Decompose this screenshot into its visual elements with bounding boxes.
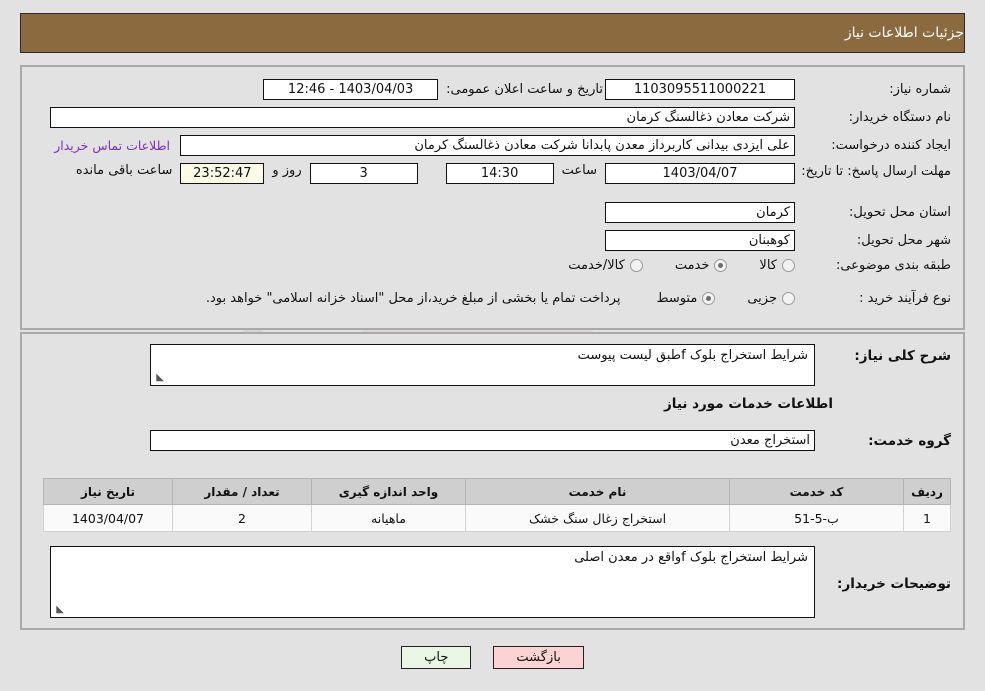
radio-jozii-icon[interactable] xyxy=(782,292,795,305)
th-date: تاریخ نیاز xyxy=(43,478,173,505)
city-row: شهر محل تحویل: کوهبنان xyxy=(605,230,951,251)
category-option-kala-label: کالا xyxy=(759,258,777,273)
countdown-field: 23:52:47 xyxy=(180,163,265,184)
description-row: شرح کلی نیاز: شرایط استخراج بلوک fطبق لی… xyxy=(150,344,951,386)
process-option-motevaset[interactable]: متوسط xyxy=(656,291,716,306)
service-items-table: ردیف کد خدمت نام خدمت واحد اندازه گیری ت… xyxy=(43,478,951,532)
remaining-hours-label: ساعت باقی مانده xyxy=(75,163,173,178)
category-option-kala-khedmat-label: کالا/خدمت xyxy=(568,258,625,273)
announce-datetime-label: تاریخ و ساعت اعلان عمومی: xyxy=(446,82,603,97)
province-label: استان محل تحویل: xyxy=(849,205,951,220)
cell-unit: ماهیانه xyxy=(311,504,466,532)
announce-datetime-row: تاریخ و ساعت اعلان عمومی: 1403/04/03 - 1… xyxy=(263,79,603,100)
days-label: روز و xyxy=(272,163,302,178)
buyer-contact-link[interactable]: اطلاعات تماس خریدار xyxy=(54,138,170,153)
th-row: ردیف xyxy=(903,478,951,505)
table-header-row: ردیف کد خدمت نام خدمت واحد اندازه گیری ت… xyxy=(43,478,951,505)
th-name: نام خدمت xyxy=(465,478,730,505)
city-label: شهر محل تحویل: xyxy=(856,233,951,248)
buyer-org-row: نام دستگاه خریدار: شرکت معادن ذغالسنگ کر… xyxy=(50,107,951,128)
hour-label: ساعت xyxy=(561,163,597,178)
category-option-kala-khedmat[interactable]: کالا/خدمت xyxy=(568,258,643,273)
cell-qty: 2 xyxy=(172,504,312,532)
action-buttons: بازگشت چاپ xyxy=(0,646,985,669)
deadline-hour-field: 14:30 xyxy=(445,163,554,184)
buyer-notes-value: شرایط استخراج بلوک fواقع در معدن اصلی xyxy=(574,550,808,565)
services-section-heading: اطلاعات خدمات مورد نیاز xyxy=(663,396,833,412)
need-info-panel: شماره نیاز: 1103095511000221 تاریخ و ساع… xyxy=(20,65,965,330)
radio-kala-icon[interactable] xyxy=(782,259,795,272)
window-titlebar: جزئیات اطلاعات نیاز xyxy=(20,13,965,53)
deadline-label: مهلت ارسال پاسخ: تا تاریخ: xyxy=(801,164,951,179)
province-field: کرمان xyxy=(605,202,795,223)
process-radio-group: جزیی متوسط xyxy=(630,291,795,306)
category-label: طبقه بندی موضوعی: xyxy=(835,258,951,273)
th-qty: تعداد / مقدار xyxy=(172,478,312,505)
city-field: کوهبنان xyxy=(605,230,795,251)
table-row: 1 ب-5-51 استخراج زغال سنگ خشک ماهیانه 2 … xyxy=(43,504,951,532)
service-group-label: گروه خدمت: xyxy=(868,432,951,449)
resize-grip-icon-2[interactable]: ◣ xyxy=(54,605,64,615)
deadline-date-field: 1403/04/07 xyxy=(605,163,795,184)
category-radio-group: کالا خدمت کالا/خدمت xyxy=(542,258,795,273)
need-number-label: شماره نیاز: xyxy=(889,82,951,97)
process-row: نوع فرآیند خرید : جزیی متوسط پرداخت تمام… xyxy=(206,291,951,306)
page-title: جزئیات اطلاعات نیاز xyxy=(844,25,964,41)
cell-date: 1403/04/07 xyxy=(43,504,173,532)
print-button[interactable]: چاپ xyxy=(401,646,472,669)
remaining-days-field: 3 xyxy=(309,163,418,184)
details-panel: شرح کلی نیاز: شرایط استخراج بلوک fطبق لی… xyxy=(20,332,965,630)
category-option-kala[interactable]: کالا xyxy=(759,258,795,273)
buyer-notes-textarea[interactable]: شرایط استخراج بلوک fواقع در معدن اصلی ◣ xyxy=(50,546,815,618)
cell-code: ب-5-51 xyxy=(729,504,904,532)
buyer-org-label: نام دستگاه خریدار: xyxy=(848,110,951,125)
process-option-motevaset-label: متوسط xyxy=(656,291,698,306)
description-value: شرایط استخراج بلوک fطبق لیست پیوست xyxy=(577,348,808,363)
process-option-jozii[interactable]: جزیی xyxy=(747,291,795,306)
requester-label: ایجاد کننده درخواست: xyxy=(831,138,951,153)
description-label: شرح کلی نیاز: xyxy=(854,348,951,364)
service-group-field: استخراج معدن xyxy=(150,430,815,451)
buyer-notes-label: توضیحات خریدار: xyxy=(837,576,951,592)
th-unit: واحد اندازه گیری xyxy=(311,478,466,505)
resize-grip-icon[interactable]: ◣ xyxy=(154,373,164,383)
radio-khedmat-icon[interactable] xyxy=(714,259,728,272)
payment-note: پرداخت تمام یا بخشی از مبلغ خرید،از محل … xyxy=(205,291,621,306)
radio-motevaset-icon[interactable] xyxy=(702,292,716,305)
category-option-khedmat[interactable]: خدمت xyxy=(675,258,728,273)
back-button[interactable]: بازگشت xyxy=(493,646,584,669)
service-group-row: گروه خدمت: استخراج معدن xyxy=(150,430,951,451)
announce-datetime-field: 1403/04/03 - 12:46 xyxy=(263,79,439,100)
radio-kala-khedmat-icon[interactable] xyxy=(629,259,643,272)
cell-name: استخراج زغال سنگ خشک xyxy=(465,504,730,532)
process-label: نوع فرآیند خرید : xyxy=(859,291,951,306)
requester-field: علی ایزدی بیدانی کاربرداز معدن پابدانا ش… xyxy=(180,135,795,156)
buyer-org-field: شرکت معادن ذغالسنگ کرمان xyxy=(50,107,795,128)
need-number-row: شماره نیاز: 1103095511000221 xyxy=(605,79,951,100)
buyer-notes-row: توضیحات خریدار: شرایط استخراج بلوک fواقع… xyxy=(50,546,951,618)
th-code: کد خدمت xyxy=(729,478,904,505)
need-number-field: 1103095511000221 xyxy=(605,79,795,100)
cell-row: 1 xyxy=(903,504,951,532)
category-row: طبقه بندی موضوعی: کالا خدمت کالا/خدمت xyxy=(542,258,951,273)
deadline-row: مهلت ارسال پاسخ: تا تاریخ: 1403/04/07 سا… xyxy=(76,163,951,184)
requester-row: ایجاد کننده درخواست: علی ایزدی بیدانی کا… xyxy=(54,135,951,156)
description-textarea[interactable]: شرایط استخراج بلوک fطبق لیست پیوست ◣ xyxy=(150,344,815,386)
province-row: استان محل تحویل: کرمان xyxy=(605,202,951,223)
category-option-khedmat-label: خدمت xyxy=(674,258,710,273)
process-option-jozii-label: جزیی xyxy=(747,291,777,306)
